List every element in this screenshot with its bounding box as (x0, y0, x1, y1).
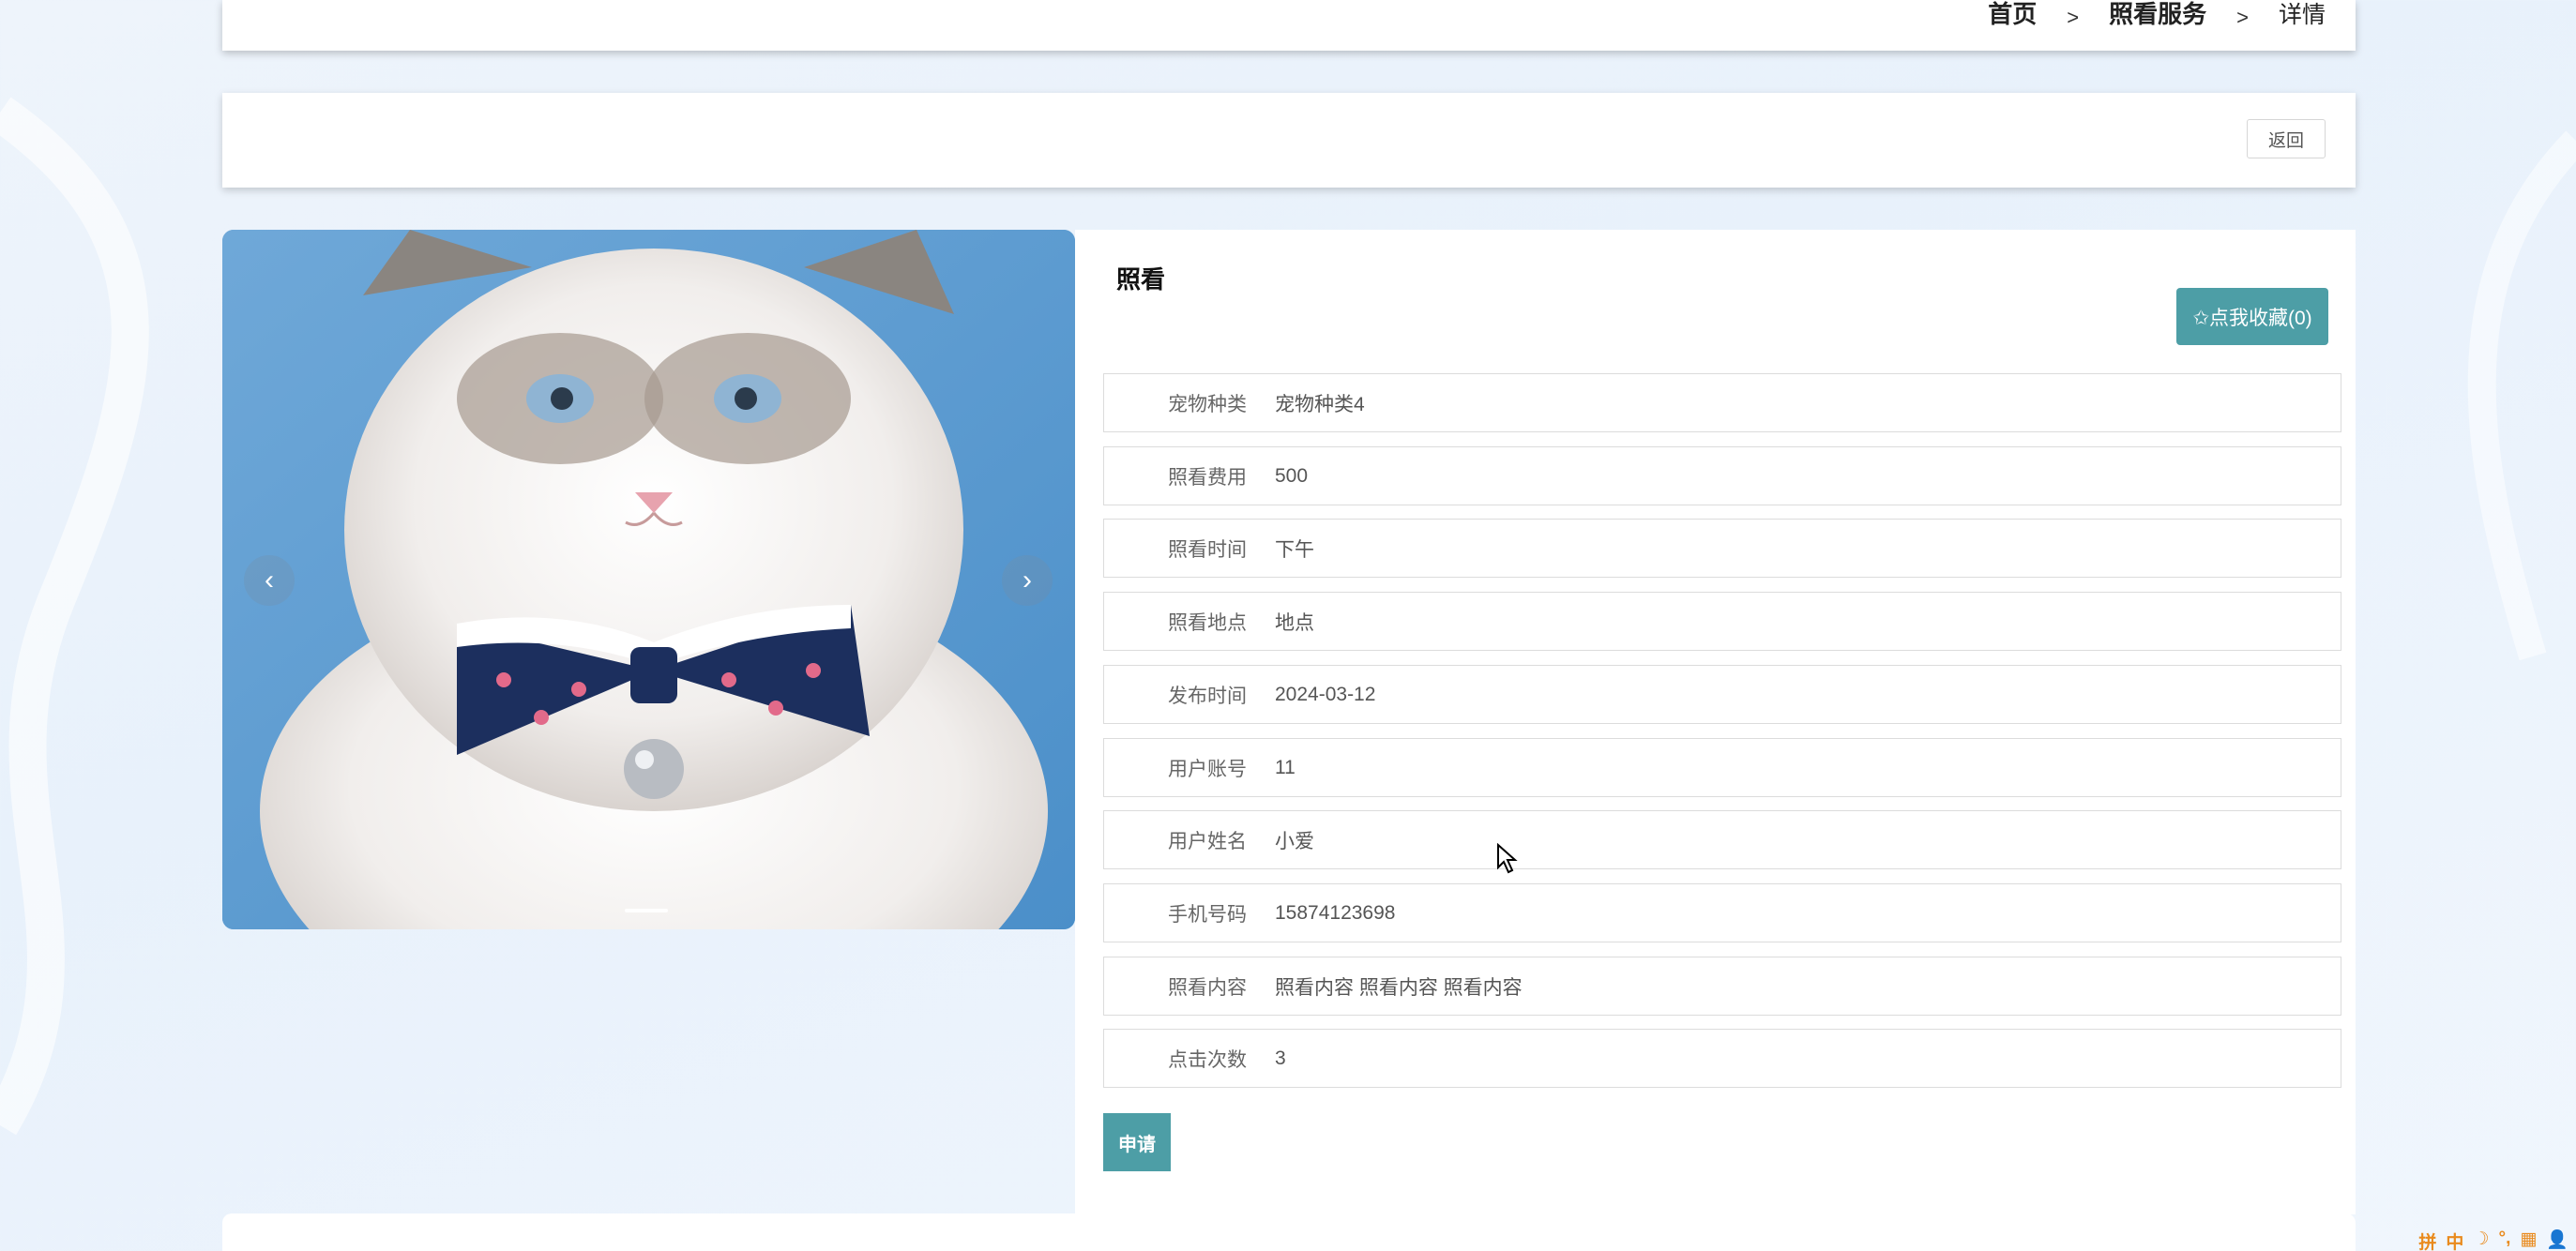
favorite-button[interactable]: ✩点我收藏(0) (2176, 288, 2328, 345)
field-value: 小爱 (1275, 830, 1314, 852)
tray-keyboard-icon[interactable]: ▦ (2520, 1228, 2537, 1251)
tray-language-icon[interactable]: 中 (2446, 1228, 2463, 1251)
back-button[interactable]: 返回 (2247, 119, 2326, 158)
field-label: 用户姓名 (1168, 830, 1247, 852)
action-bar: 返回 (222, 93, 2356, 188)
field-row: 手机号码 15874123698 (1103, 883, 2341, 942)
chevron-right-icon: › (1023, 565, 1032, 595)
image-carousel[interactable] (222, 230, 1075, 929)
field-label: 用户账号 (1168, 758, 1247, 780)
field-row: 照看费用 500 (1103, 446, 2341, 505)
pet-photo (222, 230, 1075, 929)
chevron-left-icon: ‹ (265, 565, 274, 595)
field-value: 500 (1275, 464, 1309, 487)
carousel-next-button[interactable]: › (1002, 555, 1053, 606)
carousel-prev-button[interactable]: ‹ (244, 555, 295, 606)
field-value: 2024-03-12 (1275, 683, 1376, 705)
field-row: 发布时间 2024-03-12 (1103, 665, 2341, 724)
field-row: 照看时间 下午 (1103, 519, 2341, 578)
field-label: 照看内容 (1168, 976, 1247, 999)
system-tray: 拼 中 ☽ °, ▦ 👤 (2418, 1228, 2576, 1251)
field-label: 照看费用 (1168, 466, 1247, 489)
carousel-indicator[interactable] (625, 909, 668, 912)
bottom-card (222, 1213, 2356, 1251)
field-row: 照看内容 照看内容 照看内容 照看内容 (1103, 957, 2341, 1016)
field-row: 点击次数 3 (1103, 1029, 2341, 1088)
field-row: 用户姓名 小爱 (1103, 810, 2341, 869)
field-row: 照看地点 地点 (1103, 592, 2341, 651)
tray-moon-icon[interactable]: ☽ (2473, 1228, 2489, 1251)
breadcrumb: 首页 > 照看服务 > 详情 (222, 0, 2356, 51)
field-value: 3 (1275, 1047, 1286, 1069)
breadcrumb-section-link[interactable]: 照看服务 (2109, 0, 2206, 30)
detail-title: 照看 (1116, 265, 1166, 294)
field-label: 点击次数 (1168, 1048, 1247, 1071)
field-value: 地点 (1275, 611, 1314, 634)
breadcrumb-home-link[interactable]: 首页 (1988, 0, 2037, 30)
tray-punctuation-icon[interactable]: °, (2498, 1228, 2510, 1251)
field-label: 照看地点 (1168, 611, 1247, 634)
field-label: 宠物种类 (1168, 393, 1247, 415)
field-label: 手机号码 (1168, 903, 1247, 926)
breadcrumb-current: 详情 (2278, 2, 2326, 28)
detail-panel: 照看 ✩点我收藏(0) 宠物种类 宠物种类4 照看费用 500 照看时间 下午 … (1075, 230, 2356, 1214)
field-row: 宠物种类 宠物种类4 (1103, 373, 2341, 432)
mouse-cursor-icon (1497, 843, 1518, 874)
apply-button[interactable]: 申请 (1103, 1113, 1171, 1171)
field-value: 宠物种类4 (1275, 393, 1365, 415)
field-value: 照看内容 照看内容 照看内容 (1275, 976, 1523, 999)
tray-user-icon[interactable]: 👤 (2546, 1228, 2568, 1251)
field-value: 15874123698 (1275, 901, 1396, 924)
breadcrumb-separator: > (2236, 6, 2249, 29)
field-label: 发布时间 (1168, 685, 1247, 707)
field-value: 下午 (1275, 538, 1314, 561)
breadcrumb-separator: > (2067, 6, 2080, 29)
field-row: 用户账号 11 (1103, 738, 2341, 797)
field-label: 照看时间 (1168, 538, 1247, 561)
field-value: 11 (1275, 756, 1296, 778)
tray-ime-icon[interactable]: 拼 (2418, 1228, 2436, 1251)
